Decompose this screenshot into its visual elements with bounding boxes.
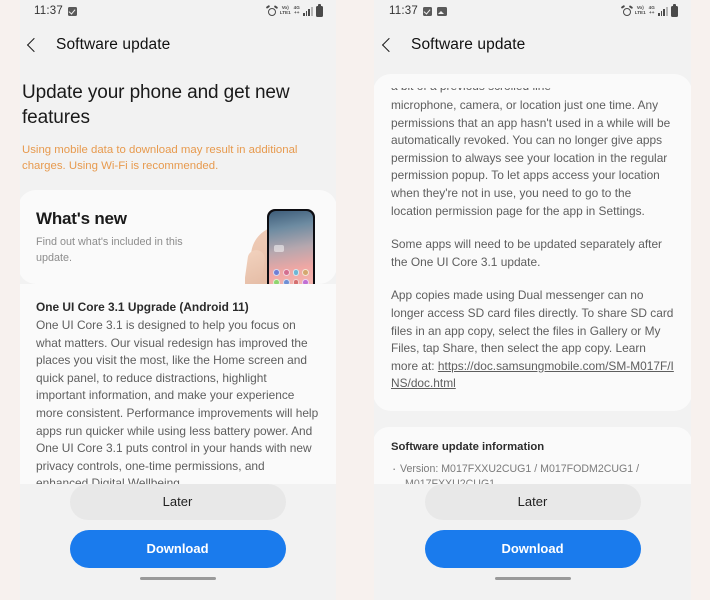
volte-icon-bottom-2: LTE1 <box>634 10 646 15</box>
info-version-line: Version: M017FXXU2CUG1 / M017FODM2CUG1 / <box>391 461 676 478</box>
whats-new-title: What's new <box>36 209 127 228</box>
whats-new-subtitle: Find out what's included in this update. <box>36 236 183 264</box>
4g-plus-icon: 4G ++ <box>294 6 300 15</box>
status-bar-clock-2: 11:37 <box>389 5 418 17</box>
permissions-paragraph: microphone, camera, or location just one… <box>391 98 671 218</box>
nav-pill-2[interactable] <box>494 576 571 580</box>
back-chevron-icon[interactable] <box>24 37 40 53</box>
gesture-nav-bar <box>18 568 337 588</box>
release-notes-body: One UI Core 3.1 is designed to help you … <box>36 318 319 490</box>
mobile-data-warning: Using mobile data to download may result… <box>22 144 298 172</box>
later-button[interactable]: Later <box>69 484 286 520</box>
alarm-icon <box>267 6 277 16</box>
volte-icon-bottom: LTE1 <box>279 10 291 15</box>
footer-left: Later Download <box>0 484 355 600</box>
network-icon-bottom-2: ++ <box>649 10 655 15</box>
dual-messenger-paragraph: App copies made using Dual messenger can… <box>391 287 674 393</box>
whats-new-text: What's new Find out what's included in t… <box>36 206 186 284</box>
app-bar-right: Software update <box>355 22 710 68</box>
download-button[interactable]: Download <box>69 530 286 568</box>
signal-icon <box>302 6 313 16</box>
headline-text: Update your phone and get new features <box>22 82 290 128</box>
whats-new-card[interactable]: What's new Find out what's included in t… <box>18 190 337 284</box>
battery-icon-2 <box>671 3 678 17</box>
download-button-2[interactable]: Download <box>424 530 641 568</box>
page-title: Software update <box>56 36 171 53</box>
dual-screenshot-container: 11:37 Vo) LTE1 4G ++ Software update Upd… <box>0 0 710 600</box>
release-notes-heading: One UI Core 3.1 Upgrade (Android 11) <box>36 300 249 314</box>
page-gutter-right <box>691 0 710 600</box>
app-bar-left: Software update <box>0 22 355 68</box>
page-title-2: Software update <box>411 36 526 53</box>
release-notes-card: One UI Core 3.1 Upgrade (Android 11) One… <box>18 284 337 513</box>
back-chevron-icon-2[interactable] <box>379 37 395 53</box>
nav-pill[interactable] <box>139 576 216 580</box>
gesture-nav-bar-2 <box>373 568 692 588</box>
phone-screen-left: 11:37 Vo) LTE1 4G ++ Software update Upd… <box>0 0 355 600</box>
signal-icon-2 <box>657 6 668 16</box>
checkbox-icon-2 <box>422 6 432 16</box>
status-bar-right-cluster-2: Vo) LTE1 4G ++ <box>622 3 696 17</box>
page-gutter-middle <box>336 0 374 600</box>
status-bar-right-cluster: Vo) LTE1 4G ++ <box>267 3 341 17</box>
info-card-title: Software update information <box>391 440 545 453</box>
page-gutter-left <box>0 0 20 600</box>
checkbox-icon <box>67 6 77 16</box>
later-button-2[interactable]: Later <box>424 484 641 520</box>
phone-screen-right: 11:37 Vo) LTE1 4G ++ Software update mic… <box>355 0 710 600</box>
4g-plus-icon-2: 4G ++ <box>649 6 655 15</box>
clipped-previous-line-text: a bit of a previous scrolled line <box>391 88 674 96</box>
status-bar-left: 11:37 Vo) LTE1 4G ++ <box>0 0 355 22</box>
clipped-previous-line: a bit of a previous scrolled line <box>391 88 674 96</box>
status-bar-clock: 11:37 <box>34 5 63 17</box>
separate-updates-paragraph: Some apps will need to be updated separa… <box>391 237 663 269</box>
image-icon <box>436 6 447 16</box>
hand-holding-phone-illustration <box>245 206 337 284</box>
status-bar-right: 11:37 Vo) LTE1 4G ++ <box>355 0 710 22</box>
release-notes-scroll-card: a bit of a previous scrolled line microp… <box>373 74 692 411</box>
network-icon-bottom: ++ <box>294 10 300 15</box>
status-bar-left-cluster-2: 11:37 <box>389 5 447 17</box>
volte-icon-2: Vo) LTE1 <box>635 6 646 15</box>
battery-icon <box>316 3 323 17</box>
volte-icon: Vo) LTE1 <box>280 6 291 15</box>
footer-right: Later Download <box>355 484 710 600</box>
status-bar-left-cluster: 11:37 <box>34 5 77 17</box>
alarm-icon-2 <box>622 6 632 16</box>
